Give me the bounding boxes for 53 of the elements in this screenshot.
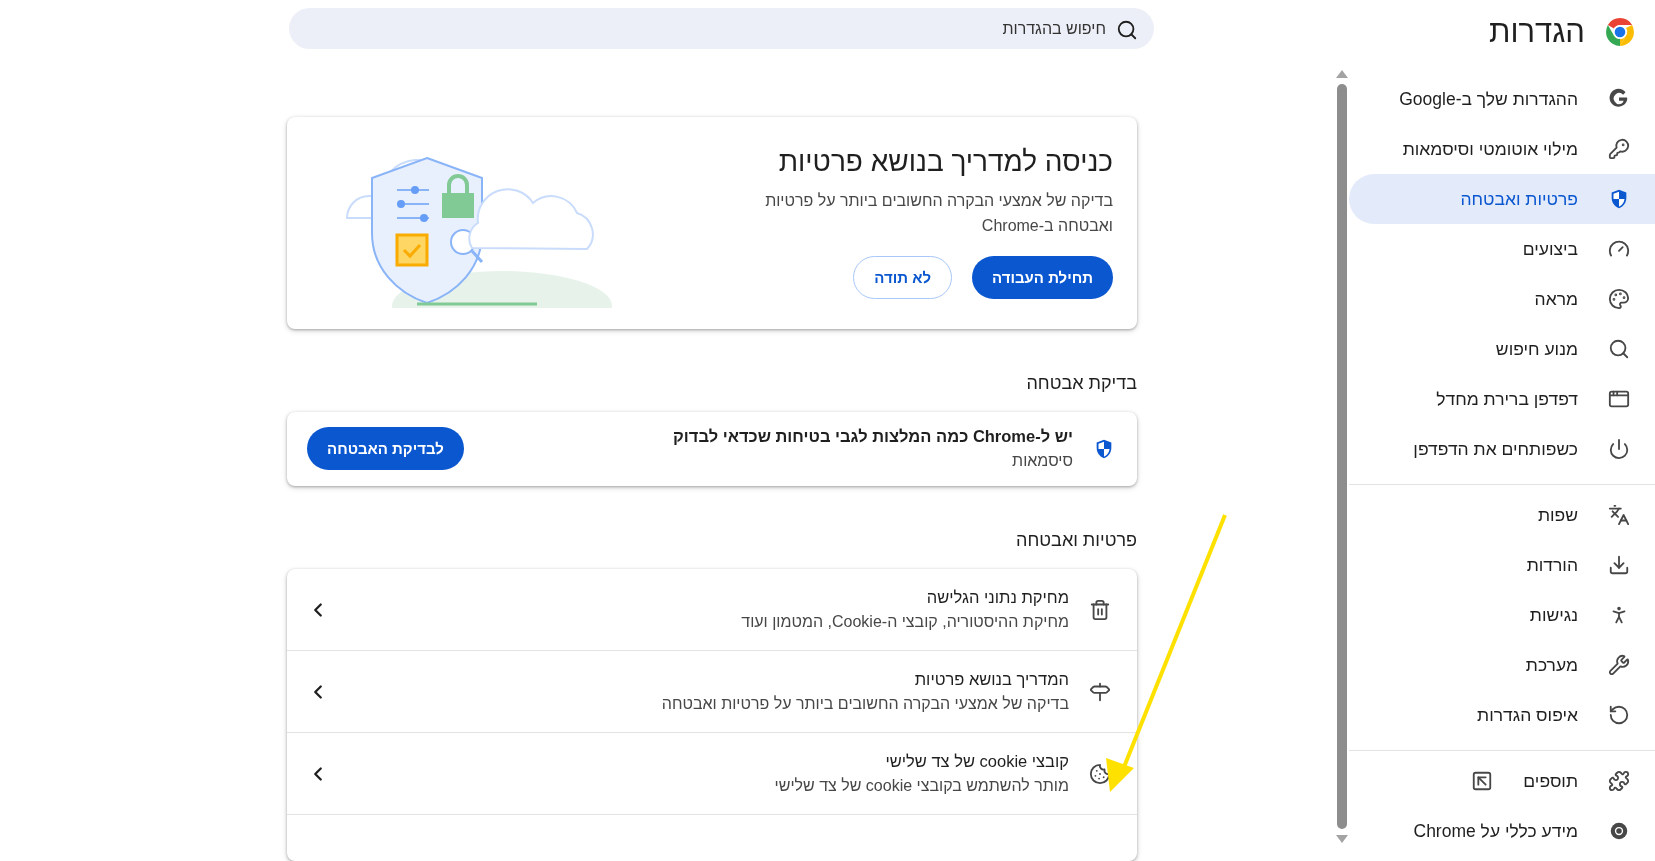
sidebar-item[interactable]: נגישות bbox=[1349, 590, 1655, 640]
sidebar-item[interactable]: ביצועים bbox=[1349, 224, 1655, 274]
sidebar-item[interactable]: תוספים bbox=[1349, 756, 1655, 806]
scroll-down-icon[interactable] bbox=[1336, 835, 1348, 843]
puzzle-icon bbox=[1608, 770, 1630, 792]
safety-check-subtitle: סיסמאות bbox=[1011, 452, 1073, 471]
reset-icon bbox=[1608, 704, 1630, 726]
row-subtitle: מותר להשתמש בקובצי cookie של צד שלישי bbox=[773, 777, 1069, 796]
sidebar-item[interactable]: איפוס הגדרות bbox=[1349, 690, 1655, 740]
signpost-icon bbox=[1089, 680, 1111, 703]
safety-check-title: יש ל-Chrome כמה המלצות לגבי בטיחות שכדאי לבדוק bbox=[672, 427, 1073, 447]
sidebar-item[interactable]: מילוי אוטומטי וסיסמאות bbox=[1349, 124, 1655, 174]
sidebar-item[interactable]: ההגדרות שלך ב-Google bbox=[1349, 74, 1655, 124]
settings-title: הגדרות bbox=[1489, 13, 1585, 50]
search-icon bbox=[1116, 19, 1138, 41]
card-description: בדיקה של אמצעי הבקרה החשובים ביותר על פרטיות ואבטחה ב-Chrome bbox=[764, 191, 1113, 237]
key-icon bbox=[1608, 138, 1630, 160]
row-title: מחיקת נתוני הגלישה bbox=[925, 588, 1069, 608]
row-subtitle: מחיקת ההיסטוריה, קובצי ה-Cookie, המטמון ועוד bbox=[740, 613, 1069, 632]
settings-row[interactable]: מחיקת נתוני הגלישה מחיקת ההיסטוריה, קובצי ה-Cookie, המטמון ועוד bbox=[287, 569, 1137, 652]
trash-icon bbox=[1089, 598, 1111, 621]
sidebar-item[interactable]: מנוע חיפוש bbox=[1349, 324, 1655, 374]
download-icon bbox=[1608, 554, 1630, 576]
card-title: כניסה למדריך בנושא פרטיות bbox=[777, 146, 1113, 179]
sidebar-item[interactable]: מראה bbox=[1349, 274, 1655, 324]
translate-icon bbox=[1608, 504, 1630, 526]
settings-row[interactable]: המדריך בנושא פרטיות בדיקה של אמצעי הבקרה החשובים ביותר על פרטיות ואבטחה bbox=[287, 651, 1137, 734]
google-g-icon bbox=[1608, 88, 1630, 110]
scroll-up-icon[interactable] bbox=[1336, 70, 1348, 78]
chrome-logo bbox=[1605, 16, 1635, 47]
sidebar-item[interactable]: הורדות bbox=[1349, 540, 1655, 590]
start-button[interactable]: תחילת העבודה bbox=[972, 256, 1113, 300]
power-icon bbox=[1608, 438, 1630, 460]
search-field[interactable]: חיפוש בהגדרות bbox=[289, 8, 1154, 50]
row-subtitle: בדיקה של אמצעי הבקרה החשובים ביותר על פרטיות ואבטחה bbox=[660, 695, 1069, 714]
row-title: המדריך בנושא פרטיות bbox=[913, 670, 1069, 690]
safety-check-button[interactable]: לבדיקת האבטחה bbox=[307, 427, 464, 471]
sidebar-item[interactable]: מידע כללי על Chrome bbox=[1349, 806, 1655, 856]
sidebar-item[interactable]: פרטיות ואבטחה bbox=[1349, 174, 1655, 224]
browser-window-icon bbox=[1608, 388, 1630, 410]
scrollbar-thumb[interactable] bbox=[1337, 84, 1347, 829]
sidebar-item[interactable]: דפדפן ברירת מחדל bbox=[1349, 374, 1655, 424]
cookie-icon bbox=[1089, 762, 1111, 785]
sidebar-item[interactable]: כשפותחים את הדפדפן bbox=[1349, 424, 1655, 474]
palette-icon bbox=[1608, 288, 1630, 310]
wrench-icon bbox=[1608, 654, 1630, 676]
sidebar-item[interactable]: שפות bbox=[1349, 490, 1655, 540]
section-heading: פרטיות ואבטחה bbox=[1015, 530, 1137, 552]
section-heading: בדיקת אבטחה bbox=[1025, 372, 1137, 394]
sidebar-item[interactable]: מערכת bbox=[1349, 640, 1655, 690]
row-title: קובצי cookie של צד שלישי bbox=[884, 752, 1069, 772]
search-icon bbox=[1608, 338, 1630, 360]
dismiss-button[interactable]: לא תודה bbox=[853, 256, 953, 300]
